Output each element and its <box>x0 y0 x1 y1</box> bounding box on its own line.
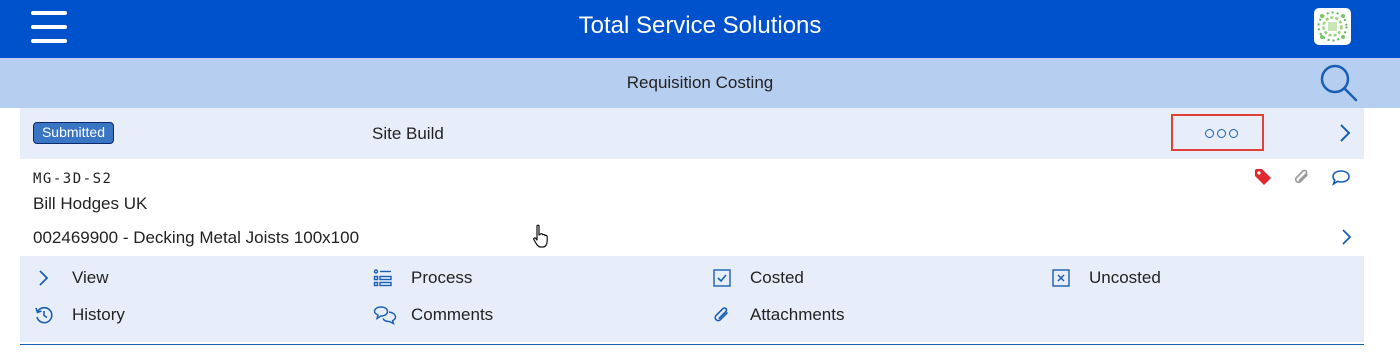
card-body[interactable]: MG-3D-S2 Bill Hodges UK 002469900 - Deck… <box>20 159 1364 256</box>
dot-icon <box>1217 129 1226 138</box>
product-separator: - <box>118 228 134 247</box>
paperclip-icon <box>712 305 732 325</box>
checkbox-checked-icon <box>712 268 732 288</box>
chevron-right-icon[interactable] <box>1338 123 1352 143</box>
requisition-card: Submitted Site Build MG-3D-S2 Bill Hodge… <box>20 108 1364 345</box>
product-code: 002469900 <box>33 228 119 247</box>
app-title: Total Service Solutions <box>578 12 822 39</box>
action-panel: View Process Costed Uncosted History Com… <box>20 256 1364 342</box>
app-logo-icon <box>1314 8 1351 45</box>
requisition-code: MG-3D-S2 <box>33 171 113 187</box>
history-label: History <box>72 305 125 324</box>
uncosted-label: Uncosted <box>1089 268 1161 287</box>
dot-icon <box>1229 129 1238 138</box>
status-badge: Submitted <box>33 122 114 144</box>
app-header: Total Service Solutions <box>0 0 1400 58</box>
process-list-icon <box>373 268 393 288</box>
company-name: Bill Hodges UK <box>33 194 148 213</box>
comments-label: Comments <box>411 305 494 324</box>
process-label: Process <box>411 268 473 287</box>
chevron-right-icon[interactable] <box>1340 228 1352 246</box>
history-icon <box>34 305 54 325</box>
product-line: 002469900 - Decking Metal Joists 100x100 <box>33 228 359 248</box>
more-options-button[interactable] <box>1171 114 1264 151</box>
chevron-right-icon <box>34 268 54 288</box>
product-name: Decking Metal Joists 100x100 <box>133 228 360 247</box>
page-title: Requisition Costing <box>626 73 774 92</box>
search-icon[interactable] <box>1318 63 1360 103</box>
costed-label: Costed <box>750 268 804 287</box>
tag-icon[interactable] <box>1254 168 1272 186</box>
view-label: View <box>72 268 109 287</box>
comments-icon <box>373 305 397 325</box>
comment-icon[interactable] <box>1331 169 1351 187</box>
mouse-cursor-icon <box>532 224 550 250</box>
dot-icon <box>1205 129 1214 138</box>
sub-header: Requisition Costing <box>0 58 1400 108</box>
card-header: Submitted Site Build <box>20 108 1364 159</box>
paperclip-icon[interactable] <box>1293 167 1311 187</box>
requisition-type: Site Build <box>372 124 444 143</box>
attachments-label: Attachments <box>750 305 845 324</box>
checkbox-x-icon <box>1051 268 1071 288</box>
